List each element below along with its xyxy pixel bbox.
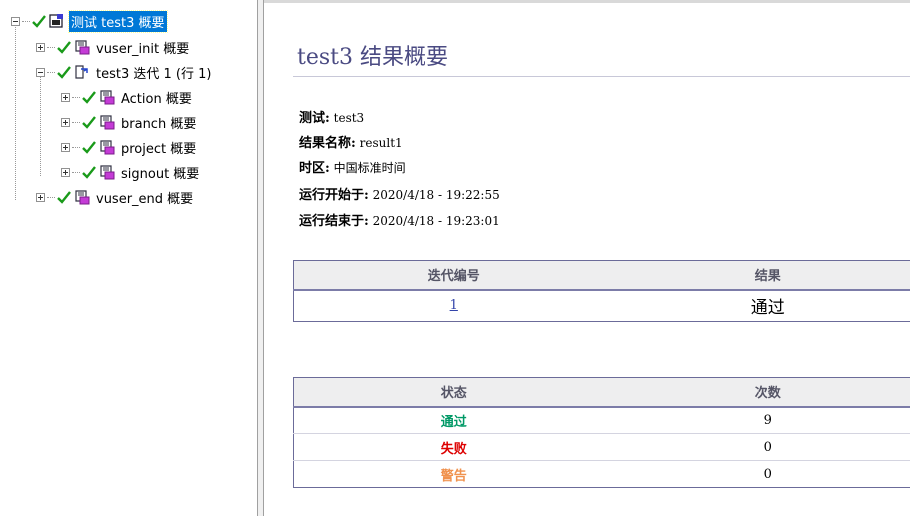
column-header-result: 结果 xyxy=(613,260,910,291)
check-icon xyxy=(82,115,96,129)
tree-label-signout[interactable]: signout 概要 xyxy=(119,162,201,183)
tree-label-action[interactable]: Action 概要 xyxy=(119,87,194,108)
check-icon xyxy=(82,90,96,104)
tree-label-root[interactable]: 测试 test3 概要 xyxy=(68,9,168,33)
check-icon xyxy=(82,165,96,179)
summary-pane: test3 结果概要 测试: test3 结果名称: result1 时区: 中… xyxy=(265,3,910,516)
tree-node-iteration[interactable]: test3 迭代 1 (行 1) xyxy=(36,62,213,82)
script-icon xyxy=(73,189,91,205)
info-end: 运行结束于: 2020/4/18 - 19:23:01 xyxy=(299,210,500,229)
expand-icon[interactable] xyxy=(61,167,70,177)
script-icon xyxy=(98,139,116,155)
tree-label-iteration[interactable]: test3 迭代 1 (行 1) xyxy=(94,62,213,83)
check-icon xyxy=(32,14,46,28)
info-end-label: 运行结束于: xyxy=(299,214,369,229)
collapse-icon[interactable] xyxy=(36,67,45,77)
tree-node-signout[interactable]: signout 概要 xyxy=(61,162,201,182)
iterations-header-row: 迭代编号 结果 xyxy=(293,260,910,291)
status-passed: 通过 xyxy=(293,406,614,434)
tree-label-project[interactable]: project 概要 xyxy=(119,137,198,158)
info-result-name: 结果名称: result1 xyxy=(299,132,403,151)
script-icon xyxy=(98,164,116,180)
script-icon xyxy=(98,114,116,130)
results-tree[interactable]: 测试 test3 概要 vuser_init 概要 test3 迭代 1 (行 … xyxy=(0,0,258,516)
expand-icon[interactable] xyxy=(61,142,70,152)
tree-guide-line xyxy=(15,22,16,200)
table-row: 失败 0 xyxy=(293,433,910,461)
expand-icon[interactable] xyxy=(61,117,70,127)
info-start-value: 2020/4/18 - 19:22:55 xyxy=(372,188,500,202)
status-header-row: 状态 次数 xyxy=(293,377,910,408)
tree-label-vuser-end[interactable]: vuser_end 概要 xyxy=(94,187,195,208)
script-icon xyxy=(98,89,116,105)
check-icon xyxy=(57,40,71,54)
script-icon xyxy=(73,39,91,55)
check-icon xyxy=(57,65,71,79)
expand-icon[interactable] xyxy=(36,192,45,202)
tree-node-root[interactable]: 测试 test3 概要 xyxy=(11,9,168,33)
tree-label-vuser-init[interactable]: vuser_init 概要 xyxy=(94,37,191,58)
info-timezone: 时区: 中国标准时间 xyxy=(299,157,406,176)
status-warning-count: 0 xyxy=(613,460,910,488)
collapse-icon[interactable] xyxy=(11,16,20,26)
info-start: 运行开始于: 2020/4/18 - 19:22:55 xyxy=(299,184,500,203)
info-start-label: 运行开始于: xyxy=(299,188,369,203)
table-row: 通过 9 xyxy=(293,406,910,434)
tree-node-vuser-end[interactable]: vuser_end 概要 xyxy=(36,187,195,207)
tree-label-branch[interactable]: branch 概要 xyxy=(119,112,198,133)
info-end-value: 2020/4/18 - 19:23:01 xyxy=(372,214,500,228)
tree-node-branch[interactable]: branch 概要 xyxy=(61,112,198,132)
expand-icon[interactable] xyxy=(61,92,70,102)
check-icon xyxy=(82,140,96,154)
info-timezone-label: 时区: xyxy=(299,161,330,176)
check-icon xyxy=(57,190,71,204)
column-header-iteration: 迭代编号 xyxy=(293,260,614,291)
status-failed: 失败 xyxy=(293,433,614,461)
status-passed-count: 9 xyxy=(613,406,910,434)
table-row: 警告 0 xyxy=(293,460,910,488)
column-header-count: 次数 xyxy=(613,377,910,408)
info-test: 测试: test3 xyxy=(299,107,364,126)
iteration-result-cell: 通过 xyxy=(750,298,785,319)
iteration-link[interactable]: 1 xyxy=(450,298,458,313)
table-row: 1 通过 xyxy=(294,290,910,322)
expand-icon[interactable] xyxy=(36,42,45,52)
tree-guide-line xyxy=(40,74,41,176)
test-icon xyxy=(48,13,66,29)
iteration-number-cell: 1 xyxy=(294,290,614,322)
tree-node-project[interactable]: project 概要 xyxy=(61,137,198,157)
status-failed-count: 0 xyxy=(613,433,910,461)
info-result-name-value: result1 xyxy=(359,136,403,150)
status-table: 状态 次数 通过 9 失败 0 警告 0 xyxy=(293,377,910,488)
title-divider xyxy=(293,76,910,77)
column-header-status: 状态 xyxy=(293,377,614,408)
tree-node-vuser-init[interactable]: vuser_init 概要 xyxy=(36,37,191,57)
info-result-name-label: 结果名称: xyxy=(299,136,356,151)
page-title: test3 结果概要 xyxy=(297,45,448,70)
iteration-icon xyxy=(73,64,91,80)
status-warning: 警告 xyxy=(293,460,614,488)
iterations-table: 迭代编号 结果 1 通过 xyxy=(293,260,910,322)
info-timezone-value: 中国标准时间 xyxy=(333,161,406,175)
info-test-label: 测试: xyxy=(299,111,330,126)
pane-splitter[interactable] xyxy=(258,0,264,516)
tree-node-action[interactable]: Action 概要 xyxy=(61,87,194,107)
info-test-value: test3 xyxy=(333,111,365,125)
